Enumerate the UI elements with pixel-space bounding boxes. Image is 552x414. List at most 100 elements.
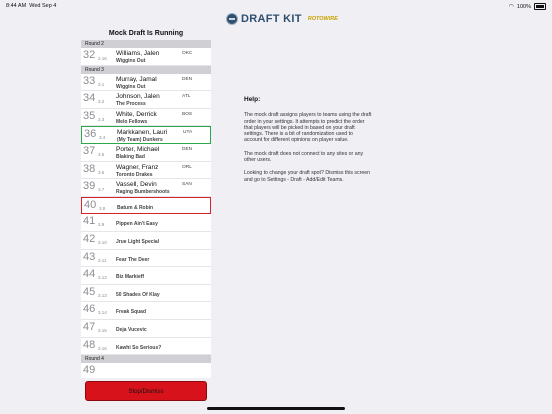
- player-nba-team: SAN: [182, 182, 192, 188]
- pick-number: 48: [83, 338, 96, 351]
- help-paragraph: The mock draft does not connect to any s…: [244, 150, 364, 164]
- draft-pick-row[interactable]: 38 3.6 Wagner, Franz Toronto Drakes ORL: [81, 162, 211, 180]
- pick-round-slot: 3.16: [98, 345, 107, 351]
- fantasy-team-name: Raging Bumbershoots: [116, 189, 170, 196]
- pick-number: 44: [83, 268, 96, 281]
- pick-round-slot: 3.14: [98, 310, 107, 316]
- round-header: Round 3: [81, 65, 211, 74]
- round-header: Round 2: [81, 40, 211, 48]
- draft-pick-row[interactable]: 45 3.13 50 Shades Of Klay: [81, 285, 211, 303]
- pick-round-slot: 3.9: [98, 222, 105, 228]
- pick-number: 40: [84, 198, 97, 211]
- pick-number: 47: [83, 320, 96, 333]
- draft-pick-row[interactable]: 35 3.3 White, Derrick Melo Fellows BOS: [81, 109, 211, 127]
- pick-round-slot: 3.12: [98, 275, 107, 281]
- pick-number: 35: [83, 109, 96, 122]
- player-name: Vassell, Devin: [116, 181, 157, 189]
- fantasy-team-name: Melo Fellows: [116, 118, 148, 125]
- player-nba-team: BOS: [182, 111, 193, 117]
- fantasy-team-name: The Process: [116, 101, 146, 108]
- logo-brand: ROTOWIRE: [307, 16, 338, 22]
- player-name: White, Derrick: [116, 110, 157, 118]
- pick-round-slot: 2.16: [98, 56, 107, 61]
- pick-number: 32: [83, 49, 96, 61]
- player-name: Porter, Michael: [116, 145, 160, 153]
- help-paragraph: Looking to change your draft spot? Dismi…: [244, 170, 371, 183]
- home-indicator: [207, 407, 345, 410]
- player-name: Johnson, Jalen: [116, 93, 160, 101]
- status-bar: 8:44 AM Wed Sep 4 ◠ 100%: [0, 0, 552, 12]
- pick-round-slot: 3.2: [98, 99, 105, 105]
- pick-number: 41: [83, 215, 96, 228]
- pick-number: 49: [83, 364, 96, 377]
- draft-pick-row[interactable]: 37 3.5 Porter, Michael Blaking Bad DEN: [81, 144, 211, 162]
- fantasy-team-name: Kawhi So Serious?: [116, 344, 162, 351]
- round-header: Round 4: [81, 355, 211, 364]
- pick-number: 43: [83, 250, 96, 263]
- player-nba-team: UTA: [183, 130, 193, 136]
- draft-pick-row[interactable]: 33 3.1 Murray, Jamal Wiggins Out DEN: [81, 74, 211, 92]
- pick-round-slot: 3.11: [98, 257, 107, 263]
- player-name: Wagner, Franz: [116, 163, 159, 171]
- draft-pick-row[interactable]: 41 3.9 Pippen Ain't Easy: [81, 214, 211, 232]
- wifi-icon: ◠: [508, 4, 514, 10]
- player-nba-team: ORL: [182, 164, 192, 170]
- draft-pick-row[interactable]: 49: [81, 363, 211, 378]
- fantasy-team-name: Jrue Light Special: [116, 238, 160, 245]
- draft-pick-row[interactable]: 40 3.8 Batum & Robin: [81, 196, 211, 215]
- help-panel: Help: The mock draft assigns players to …: [244, 96, 372, 190]
- help-paragraph: The mock draft assigns players to teams …: [244, 112, 372, 144]
- pick-round-slot: 3.15: [98, 327, 107, 333]
- draft-pick-list[interactable]: Round 2 32 2.16 Williams, Jalen Wiggins Out O…: [81, 40, 211, 378]
- pick-number: 46: [83, 303, 96, 316]
- logo-title: DRAFT KIT: [241, 13, 302, 25]
- draft-pick-row[interactable]: 42 3.10 Jrue Light Special: [81, 232, 211, 250]
- draft-pick-row[interactable]: 34 3.2 Johnson, Jalen The Process ATL: [81, 91, 211, 109]
- player-nba-team: DEN: [182, 146, 193, 152]
- status-right: ◠ 100%: [509, 3, 546, 10]
- player-name: Murray, Jamal: [116, 75, 157, 83]
- pick-number: 34: [83, 92, 96, 105]
- draft-pick-row[interactable]: 44 3.12 Biz Markieff: [81, 267, 211, 285]
- fantasy-team-name: Deja Vucevic: [116, 326, 147, 333]
- pick-round-slot: 3.1: [98, 81, 105, 87]
- draft-pick-row[interactable]: 47 3.15 Deja Vucevic: [81, 320, 211, 338]
- player-nba-team: DEN: [182, 76, 193, 82]
- pick-number: 39: [83, 180, 96, 193]
- draft-pick-row[interactable]: 48 3.16 Kawhi So Serious?: [81, 338, 211, 356]
- pick-round-slot: 3.10: [98, 239, 107, 245]
- battery-icon: [534, 3, 546, 10]
- draft-pick-row[interactable]: 39 3.7 Vassell, Devin Raging Bumbershoots SA…: [81, 179, 211, 197]
- fantasy-team-name: (My Team) Dunkers: [117, 137, 163, 144]
- pick-number: 42: [83, 232, 96, 245]
- pick-number: 45: [83, 285, 96, 298]
- draft-pick-row[interactable]: 32 2.16 Williams, Jalen Wiggins Out OKC: [81, 48, 211, 66]
- pick-round-slot: 3.6: [98, 169, 105, 175]
- pick-round-slot: 3.8: [99, 205, 106, 211]
- player-nba-team: ATL: [182, 94, 191, 100]
- status-time: 8:44 AM Wed Sep 4: [6, 3, 57, 9]
- fantasy-team-name: Wiggins Out: [116, 83, 146, 90]
- help-title: Help:: [244, 96, 261, 103]
- stop-dismiss-button[interactable]: Stop/Dismiss: [85, 381, 207, 401]
- fantasy-team-name: Blaking Bad: [116, 153, 145, 160]
- fantasy-team-name: Freak Squad: [116, 309, 147, 316]
- draft-pick-row[interactable]: 43 3.11 Fear The Deer: [81, 250, 211, 268]
- player-name: Williams, Jalen: [116, 50, 160, 57]
- pick-round-slot: 3.3: [98, 116, 105, 122]
- basketball-icon: [226, 13, 238, 25]
- fantasy-team-name: Wiggins Out: [116, 58, 146, 64]
- pick-number: 38: [83, 162, 96, 175]
- fantasy-team-name: Batum & Robin: [117, 204, 154, 211]
- fantasy-team-name: Biz Markieff: [116, 274, 145, 281]
- pick-round-slot: 3.5: [98, 151, 105, 157]
- fantasy-team-name: Toronto Drakes: [116, 171, 153, 178]
- fantasy-team-name: Pippen Ain't Easy: [116, 221, 158, 228]
- draft-pick-row[interactable]: 46 3.14 Freak Squad: [81, 302, 211, 320]
- player-name: Markkanen, Lauri: [117, 129, 168, 137]
- fantasy-team-name: Fear The Deer: [116, 256, 150, 263]
- draft-pick-row[interactable]: 36 3.4 Markkanen, Lauri (My Team) Dunkers UT…: [81, 126, 211, 144]
- player-nba-team: OKC: [182, 51, 193, 56]
- battery-percent: 100%: [516, 3, 531, 10]
- pick-number: 33: [83, 74, 96, 87]
